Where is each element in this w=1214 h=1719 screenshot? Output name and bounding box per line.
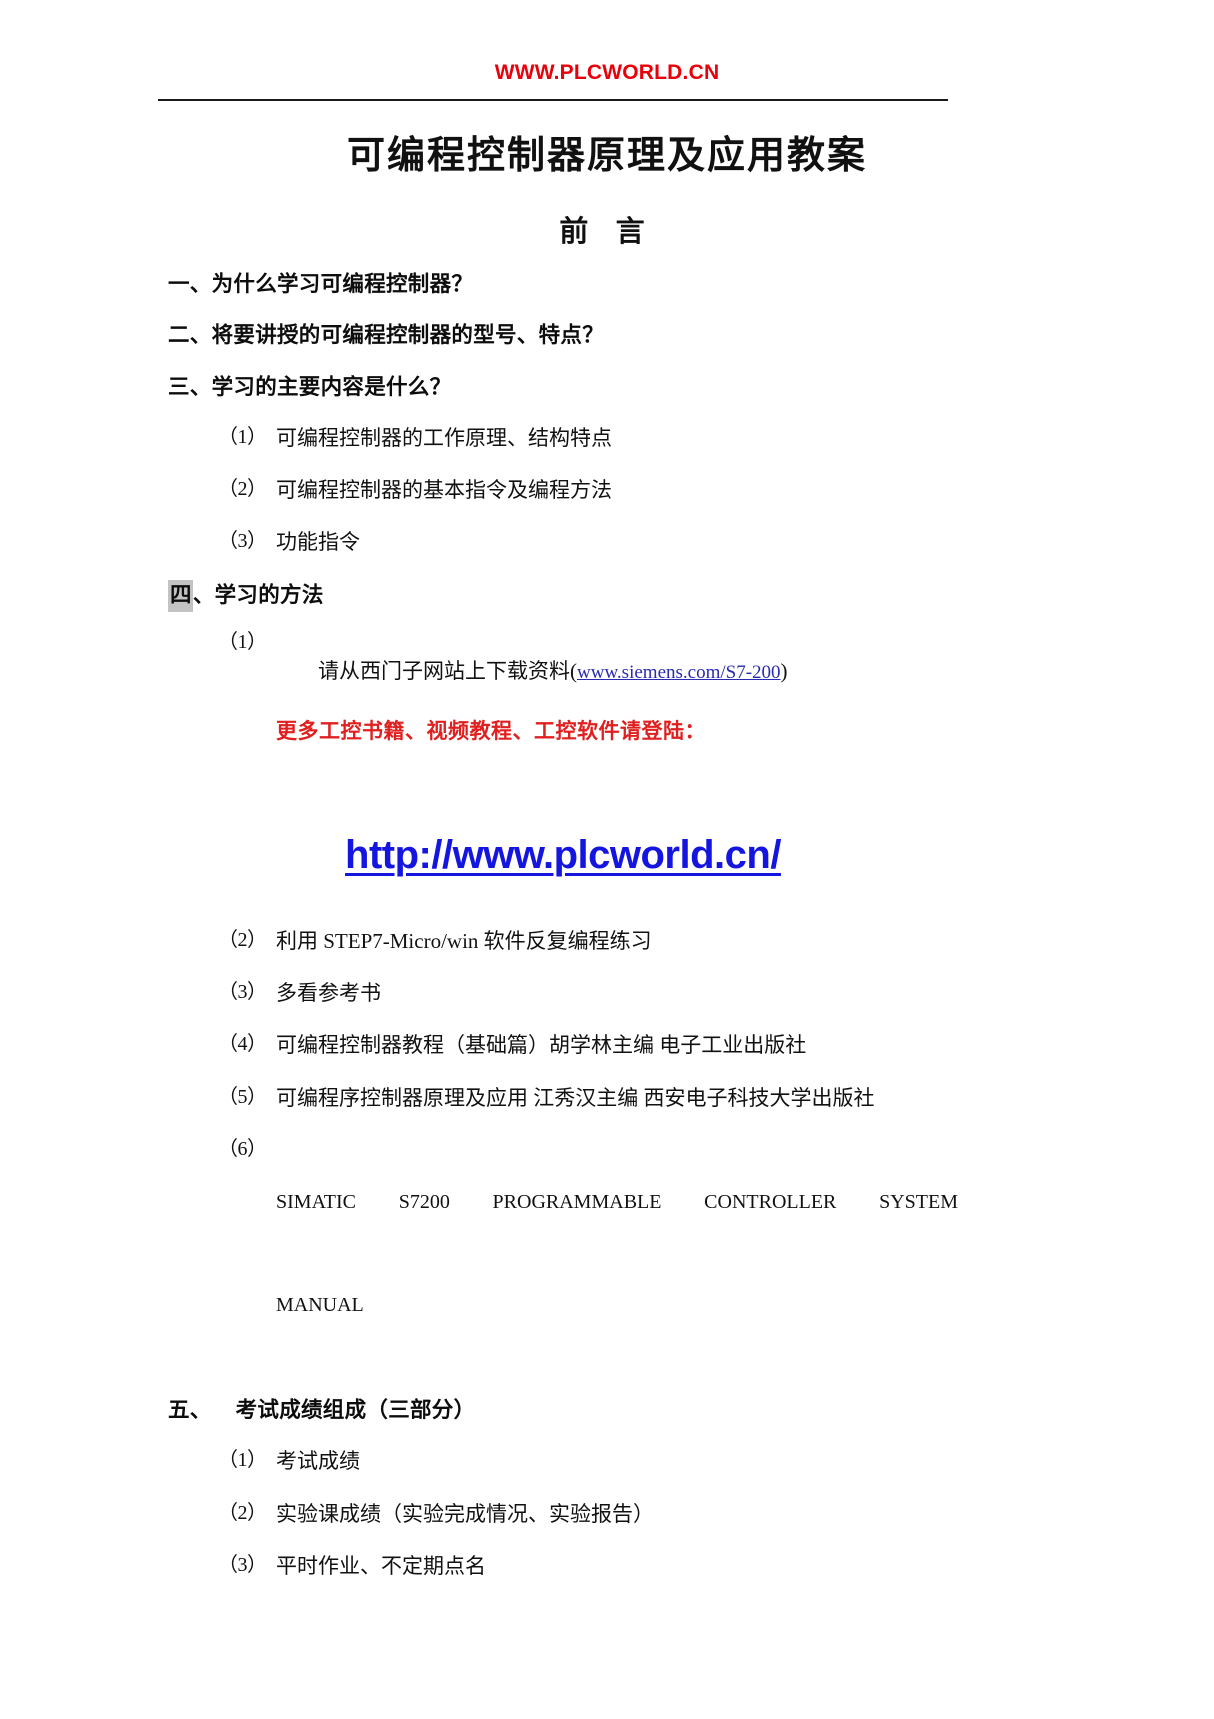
vertical-spacer <box>168 887 958 927</box>
list-item-marker: （6） <box>218 1137 267 1160</box>
promo-red-note: 更多工控书籍、视频教程、工控软件请登陆： <box>276 718 706 743</box>
section-heading-3: 三、学习的主要内容是什么？ <box>168 374 452 399</box>
list-item: （2） 实验课成绩（实验完成情况、实验报告） <box>168 1500 958 1528</box>
header-divider-rule <box>158 99 948 101</box>
site-watermark-text: WWW.PLCWORLD.CN <box>494 61 720 84</box>
list-item-text: 可编程序控制器原理及应用 江秀汉主编 西安电子科技大学出版社 <box>276 1085 875 1110</box>
page-subtitle: 前 言 <box>559 216 655 248</box>
list-item: （3） 功能指令 <box>168 528 958 556</box>
list-item-text: SIMATIC S7200 PROGRAMMABLE CONTROLLER SY… <box>276 1136 958 1372</box>
list-item-text-after-link: ) <box>780 659 788 683</box>
list-item-text-before-link: 请从西门子网站上下载资料( <box>318 659 577 683</box>
list-item: （2） 利用 STEP7-Micro/win 软件反复编程练习 <box>168 927 958 955</box>
list-item-marker: （1） <box>218 426 267 449</box>
list-item-text: 平时作业、不定期点名 <box>276 1553 486 1578</box>
list-item-text: 请从西门子网站上下载资料(www.siemens.com/S7-200) 更多工… <box>276 629 958 801</box>
list-item-text-line-2: MANUAL <box>276 1293 364 1316</box>
section-heading-4-rest: 、学习的方法 <box>192 582 324 607</box>
list-item-marker: （1） <box>218 1449 267 1472</box>
list-item-marker: （3） <box>218 1553 267 1576</box>
list-item: （3） 多看参考书 <box>168 979 958 1007</box>
section-heading-5: 五、 考试成绩组成（三部分） <box>168 1396 958 1424</box>
list-item: （3） 平时作业、不定期点名 <box>168 1552 958 1580</box>
list-item-text: 多看参考书 <box>276 981 381 1006</box>
list-item: （1） 请从西门子网站上下载资料(www.siemens.com/S7-200)… <box>168 629 958 801</box>
list-item-marker: （3） <box>218 981 267 1004</box>
document-body: 一、为什么学习可编程控制器？ 二、将要讲授的可编程控制器的型号、特点？ 三、学习… <box>168 270 958 1604</box>
section-heading-1: 一、为什么学习可编程控制器？ <box>168 272 474 296</box>
list-item-text: 利用 STEP7-Micro/win 软件反复编程练习 <box>276 929 652 954</box>
list-item: （5） 可编程序控制器原理及应用 江秀汉主编 西安电子科技大学出版社 <box>168 1084 958 1112</box>
list-item-marker: （2） <box>218 478 267 501</box>
list-item-text: 实验课成绩（实验完成情况、实验报告） <box>276 1501 654 1526</box>
highlighted-character: 四 <box>168 579 193 612</box>
list-item-marker: （4） <box>218 1033 267 1056</box>
section-heading-5-number: 五、 <box>168 1398 212 1422</box>
list-item: （2） 可编程控制器的基本指令及编程方法 <box>168 476 958 504</box>
list-item-text: 功能指令 <box>276 530 360 555</box>
list-item: （4） 可编程控制器教程（基础篇）胡学林主编 电子工业出版社 <box>168 1031 958 1059</box>
siemens-download-link[interactable]: www.siemens.com/S7-200 <box>577 662 781 683</box>
list-item-marker: （1） <box>218 630 267 653</box>
list-item-marker: （2） <box>218 929 267 952</box>
list-item: （1） 可编程控制器的工作原理、结构特点 <box>168 424 958 452</box>
list-item-text: 考试成绩 <box>276 1449 360 1474</box>
big-url-container: http://www.plcworld.cn/ <box>168 831 958 879</box>
section-heading-5-text: 考试成绩组成（三部分） <box>235 1398 476 1422</box>
document-page: WWW.PLCWORLD.CN 可编程控制器原理及应用教案 前 言 一、为什么学… <box>0 0 1214 1719</box>
list-item-text: 可编程控制器的工作原理、结构特点 <box>276 426 612 451</box>
page-title: 可编程控制器原理及应用教案 <box>346 135 867 177</box>
list-item-text: 可编程控制器教程（基础篇）胡学林主编 电子工业出版社 <box>276 1033 807 1058</box>
list-item-marker: （2） <box>218 1501 267 1524</box>
plcworld-site-link[interactable]: http://www.plcworld.cn/ <box>345 831 781 879</box>
list-item-text: 可编程控制器的基本指令及编程方法 <box>276 478 612 503</box>
section-heading-2: 二、将要讲授的可编程控制器的型号、特点？ <box>168 323 605 348</box>
list-item: （6） SIMATIC S7200 PROGRAMMABLE CONTROLLE… <box>168 1136 958 1372</box>
list-item-marker: （3） <box>218 530 267 553</box>
list-item-marker: （5） <box>218 1085 267 1108</box>
list-item: （1） 考试成绩 <box>168 1447 958 1475</box>
section-heading-4: 四、学习的方法 <box>168 579 958 612</box>
list-item-text-line-1: SIMATIC S7200 PROGRAMMABLE CONTROLLER SY… <box>276 1191 958 1214</box>
page-header: WWW.PLCWORLD.CN <box>0 62 1214 83</box>
